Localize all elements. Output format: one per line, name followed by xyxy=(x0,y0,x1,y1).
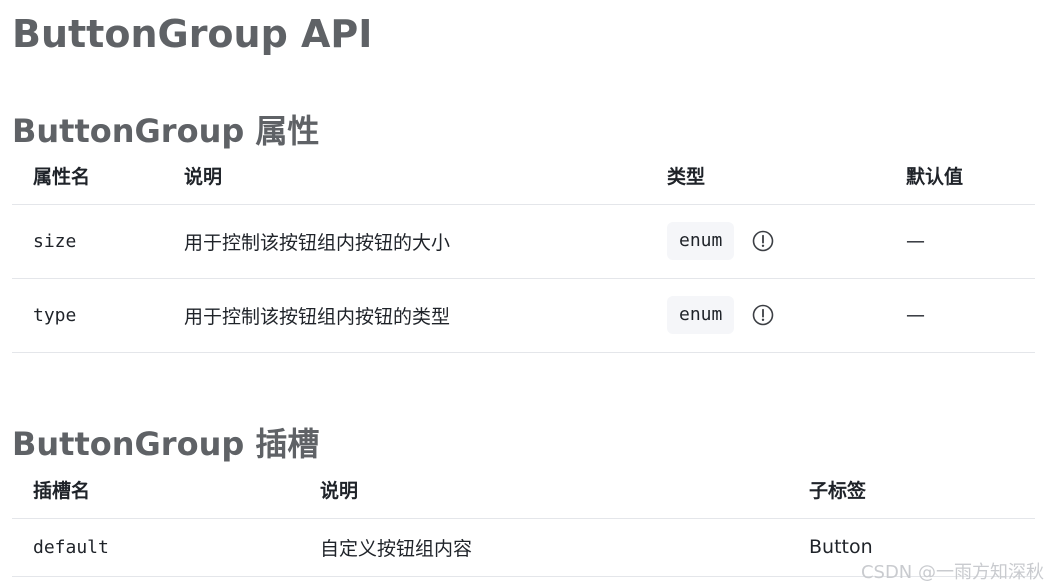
props-section-heading: ButtonGroup 属性 xyxy=(12,112,320,150)
column-header: 属性名 xyxy=(12,148,163,205)
page-title: ButtonGroup API xyxy=(12,12,373,56)
column-header: 默认值 xyxy=(885,148,1035,205)
info-circle-icon[interactable] xyxy=(752,304,774,326)
slots-section-heading: ButtonGroup 插槽 xyxy=(12,425,320,463)
prop-name: size xyxy=(12,204,163,279)
column-header: 子标签 xyxy=(788,462,1035,519)
slots-table-header: 插槽名 说明 子标签 xyxy=(12,462,1035,519)
watermark: CSDN @一雨方知深秋 xyxy=(860,562,1044,583)
table-row: type 用于控制该按钮组内按钮的类型 enum — xyxy=(12,278,1035,353)
api-doc-page: ButtonGroup API ButtonGroup 属性 属性名 说明 类型… xyxy=(12,0,1035,588)
prop-type-cell: enum xyxy=(646,204,885,279)
info-circle-icon[interactable] xyxy=(752,230,774,252)
slot-description: 自定义按钮组内容 xyxy=(299,518,788,577)
prop-description: 用于控制该按钮组内按钮的类型 xyxy=(163,278,646,353)
prop-name: type xyxy=(12,278,163,353)
column-header: 插槽名 xyxy=(12,462,299,519)
table-row: size 用于控制该按钮组内按钮的大小 enum — xyxy=(12,204,1035,279)
prop-type-cell: enum xyxy=(646,278,885,353)
column-header: 说明 xyxy=(163,148,646,205)
slot-name: default xyxy=(12,518,299,577)
column-header: 说明 xyxy=(299,462,788,519)
prop-default: — xyxy=(885,278,1035,353)
props-table-header: 属性名 说明 类型 默认值 xyxy=(12,148,1035,205)
prop-default: — xyxy=(885,204,1035,279)
props-table: 属性名 说明 类型 默认值 size 用于控制该按钮组内按钮的大小 enum —… xyxy=(12,148,1035,353)
prop-type: enum xyxy=(667,296,735,334)
column-header: 类型 xyxy=(646,148,885,205)
prop-description: 用于控制该按钮组内按钮的大小 xyxy=(163,204,646,279)
prop-type: enum xyxy=(667,222,735,260)
